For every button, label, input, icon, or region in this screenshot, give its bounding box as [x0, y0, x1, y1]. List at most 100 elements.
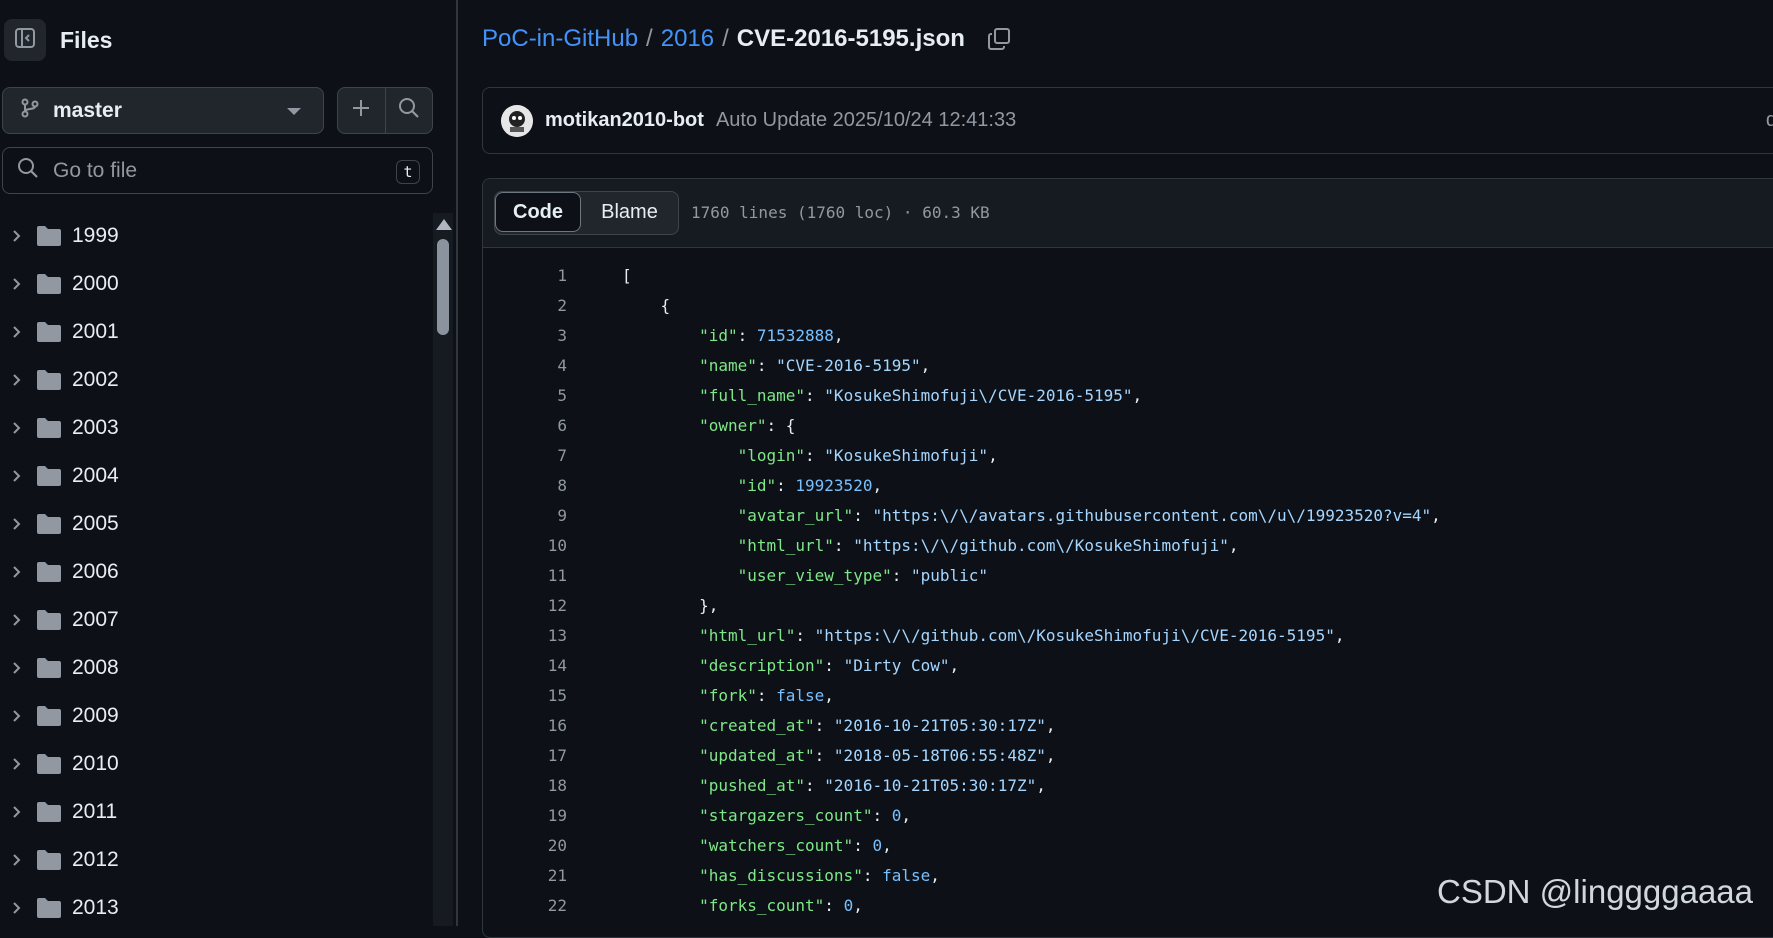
chevron-right-icon[interactable]: [10, 517, 24, 531]
copy-path-icon[interactable]: [987, 27, 1011, 51]
line-number[interactable]: 3: [483, 321, 567, 351]
breadcrumb-separator: /: [722, 25, 729, 52]
line-number[interactable]: 9: [483, 501, 567, 531]
line-number[interactable]: 22: [483, 891, 567, 921]
folder-icon: [36, 801, 62, 828]
tree-folder-item[interactable]: 2007: [0, 596, 430, 644]
line-content: "pushed_at": "2016-10-21T05:30:17Z",: [622, 771, 1046, 801]
line-number[interactable]: 13: [483, 621, 567, 651]
chevron-right-icon[interactable]: [10, 373, 24, 387]
line-content: "created_at": "2016-10-21T05:30:17Z",: [622, 711, 1055, 741]
tree-folder-item[interactable]: 2010: [0, 740, 430, 788]
add-file-button[interactable]: [338, 88, 385, 133]
line-number[interactable]: 10: [483, 531, 567, 561]
file-tree-sidebar: Files master Go to file t 1999 2000 2001 20…: [0, 0, 458, 926]
line-number[interactable]: 19: [483, 801, 567, 831]
folder-name: 2006: [72, 560, 119, 583]
line-content: "avatar_url": "https:\/\/avatars.githubu…: [622, 501, 1441, 531]
line-number[interactable]: 4: [483, 351, 567, 381]
chevron-right-icon[interactable]: [10, 421, 24, 435]
tree-folder-item[interactable]: 2011: [0, 788, 430, 836]
avatar[interactable]: [501, 104, 533, 137]
commit-author-link[interactable]: motikan2010-bot: [545, 109, 704, 132]
chevron-right-icon[interactable]: [10, 853, 24, 867]
json-comma: ,: [1431, 506, 1441, 525]
tree-folder-item[interactable]: 2002: [0, 356, 430, 404]
search-code-button[interactable]: [384, 88, 433, 133]
chevron-right-icon[interactable]: [10, 229, 24, 243]
chevron-right-icon[interactable]: [10, 757, 24, 771]
json-value: "https:\/\/github.com\/KosukeShimofuji\/…: [814, 626, 1335, 645]
json-comma: ,: [920, 356, 931, 375]
go-to-file-input[interactable]: Go to file t: [2, 147, 433, 194]
line-number[interactable]: 17: [483, 741, 567, 771]
chevron-right-icon[interactable]: [10, 469, 24, 483]
tree-folder-item[interactable]: 2009: [0, 692, 430, 740]
line-number[interactable]: 1: [483, 261, 567, 291]
line-content: "name": "CVE-2016-5195",: [622, 351, 930, 381]
breadcrumb-folder-link[interactable]: 2016: [661, 25, 714, 53]
chevron-right-icon[interactable]: [10, 613, 24, 627]
json-value: false: [882, 866, 931, 885]
line-number[interactable]: 18: [483, 771, 567, 801]
scroll-up-arrow-icon[interactable]: [436, 219, 452, 230]
chevron-right-icon[interactable]: [10, 325, 24, 339]
tab-blame[interactable]: Blame: [581, 192, 678, 232]
tree-folder-item[interactable]: 2004: [0, 452, 430, 500]
watermark-text: CSDN @linggggaaaa: [1437, 873, 1754, 910]
line-number[interactable]: 8: [483, 471, 567, 501]
tree-folder-item[interactable]: 2000: [0, 260, 430, 308]
chevron-right-icon[interactable]: [10, 805, 24, 819]
folder-name: 2001: [72, 320, 119, 343]
line-content: "forks_count": 0,: [622, 891, 863, 921]
tab-code[interactable]: Code: [495, 192, 581, 232]
json-comma: ,: [882, 836, 892, 855]
chevron-right-icon[interactable]: [10, 901, 24, 915]
code-viewer[interactable]: 1[2 {3 "id": 71532888, 4 "name": "CVE-201…: [483, 248, 1773, 921]
tree-folder-item[interactable]: 2012: [0, 836, 430, 884]
line-content: "watchers_count": 0,: [622, 831, 892, 861]
folder-icon: [36, 897, 62, 924]
line-number[interactable]: 16: [483, 711, 567, 741]
scrollbar-thumb[interactable]: [437, 239, 449, 335]
json-comma: ,: [949, 656, 960, 675]
json-comma: ,: [1045, 716, 1056, 735]
tree-folder-item[interactable]: 2003: [0, 404, 430, 452]
line-number[interactable]: 5: [483, 381, 567, 411]
chevron-right-icon[interactable]: [10, 277, 24, 291]
tree-folder-item[interactable]: 1999: [0, 212, 430, 260]
chevron-right-icon[interactable]: [10, 709, 24, 723]
line-number[interactable]: 12: [483, 591, 567, 621]
breadcrumb-repo-link[interactable]: PoC-in-GitHub: [482, 25, 638, 53]
json-colon: :: [814, 746, 834, 765]
line-number[interactable]: 2: [483, 291, 567, 321]
search-icon: [398, 97, 420, 124]
line-number[interactable]: 20: [483, 831, 567, 861]
line-number[interactable]: 11: [483, 561, 567, 591]
chevron-right-icon[interactable]: [10, 661, 24, 675]
tree-folder-item[interactable]: 2001: [0, 308, 430, 356]
tree-folder-item[interactable]: 2005: [0, 500, 430, 548]
line-number[interactable]: 7: [483, 441, 567, 471]
tree-folder-item[interactable]: 2008: [0, 644, 430, 692]
json-key: "description": [699, 656, 825, 675]
caret-down-icon: [287, 108, 301, 115]
code-line: 16 "created_at": "2016-10-21T05:30:17Z",: [483, 711, 1773, 741]
commit-message[interactable]: Auto Update 2025/10/24 12:41:33: [716, 109, 1016, 132]
line-number[interactable]: 15: [483, 681, 567, 711]
json-colon: :: [862, 866, 883, 885]
chevron-right-icon[interactable]: [10, 565, 24, 579]
line-number[interactable]: 14: [483, 651, 567, 681]
json-colon: :: [805, 386, 825, 405]
file-tree: 1999 2000 2001 2002 2003 2004 2005 2006 2007 2008…: [0, 212, 430, 932]
collapse-sidebar-button[interactable]: [4, 19, 46, 61]
sidebar-scrollbar[interactable]: [433, 213, 453, 926]
json-value: "2016-10-21T05:30:17Z": [833, 716, 1046, 735]
json-key: "html_url": [699, 626, 796, 645]
line-number[interactable]: 21: [483, 861, 567, 891]
branch-selector-button[interactable]: master: [2, 87, 324, 134]
line-number[interactable]: 6: [483, 411, 567, 441]
tree-folder-item[interactable]: 2006: [0, 548, 430, 596]
tree-folder-item[interactable]: 2013: [0, 884, 430, 932]
plus-icon: [351, 98, 371, 123]
